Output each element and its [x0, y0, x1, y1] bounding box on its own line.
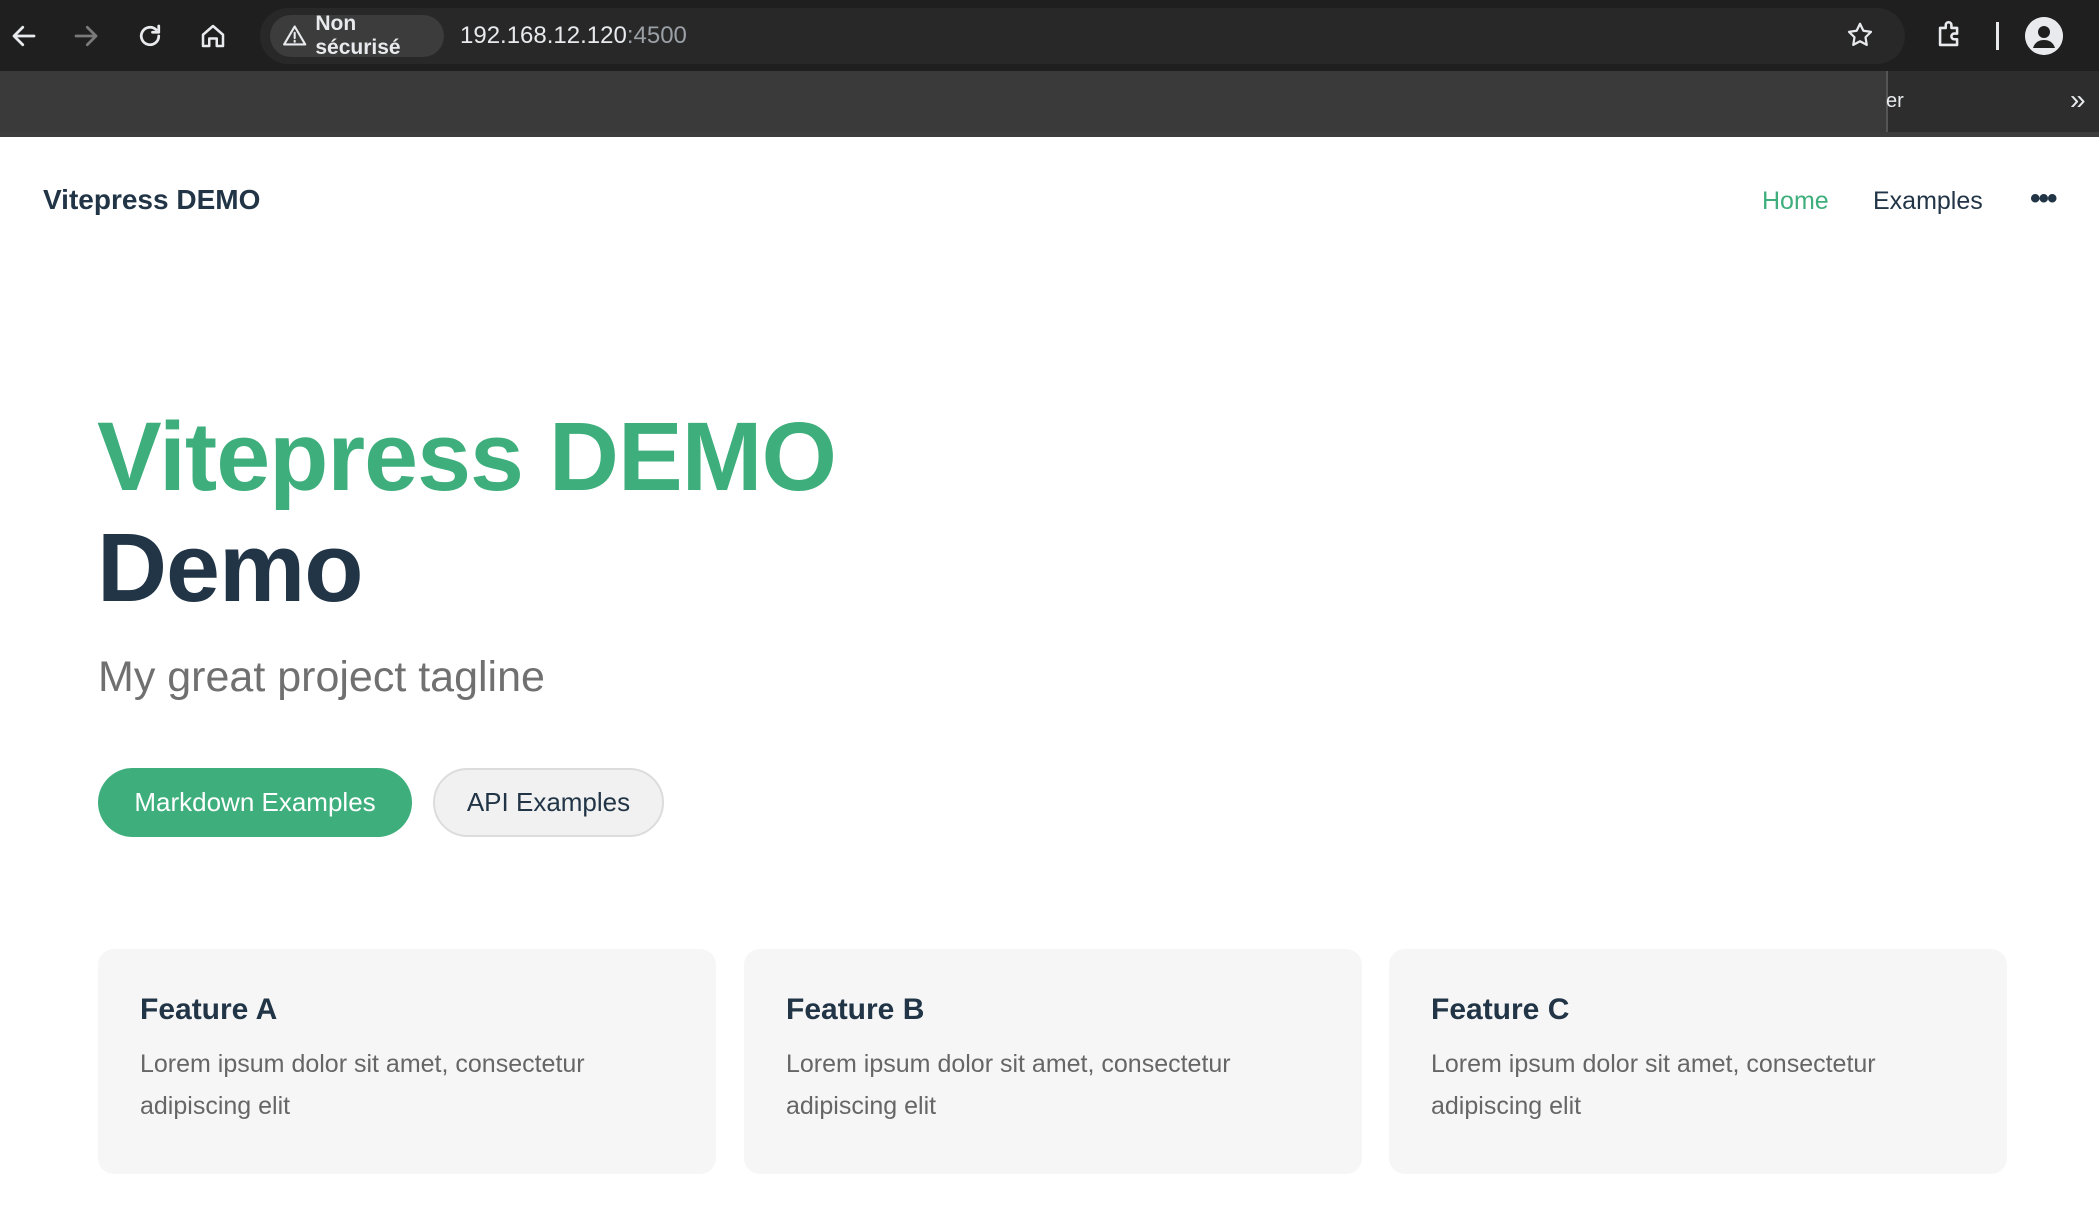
hero-name: Vitepress DEMO [97, 402, 837, 511]
browser-toolbar: Non sécurisé 192.168.12.120:4500 [0, 0, 2099, 71]
back-icon[interactable] [2, 14, 46, 58]
home-icon[interactable] [191, 14, 235, 58]
nav-link-examples[interactable]: Examples [1873, 187, 1983, 216]
bookmarks-overflow-icon[interactable]: » [2070, 84, 2086, 116]
feature-title: Feature B [786, 993, 925, 1026]
url-host: 192.168.12.120 [460, 22, 627, 49]
feature-card: Feature A Lorem ipsum dolor sit amet, co… [98, 949, 716, 1174]
feature-details: Lorem ipsum dolor sit amet, consectetur … [786, 1050, 1231, 1120]
address-bar[interactable]: Non sécurisé 192.168.12.120:4500 [260, 8, 1905, 64]
api-examples-button[interactable]: API Examples [433, 768, 664, 837]
forward-icon[interactable] [64, 14, 108, 58]
security-label: Non sécurisé [315, 12, 401, 59]
overlay-panel [0, 71, 1888, 132]
url-port: :4500 [626, 22, 687, 49]
bookmark-star-icon[interactable] [1845, 20, 1875, 55]
feature-title: Feature C [1431, 993, 1570, 1026]
feature-card: Feature B Lorem ipsum dolor sit amet, co… [744, 949, 1362, 1174]
security-chip[interactable]: Non sécurisé [270, 12, 444, 59]
toolbar-divider [1996, 22, 1999, 50]
bookmarks-bar [0, 71, 2099, 136]
hero-text: Demo [97, 513, 363, 622]
feature-card: Feature C Lorem ipsum dolor sit amet, co… [1389, 949, 2007, 1174]
markdown-examples-button[interactable]: Markdown Examples [98, 768, 412, 837]
profile-avatar-icon[interactable] [2025, 17, 2063, 55]
bookmark-item[interactable]: er [1886, 90, 1904, 113]
feature-details: Lorem ipsum dolor sit amet, consectetur … [140, 1050, 585, 1120]
reload-icon[interactable] [128, 14, 172, 58]
warning-icon [283, 25, 307, 46]
hero-tagline: My great project tagline [98, 653, 545, 701]
feature-title: Feature A [140, 993, 278, 1026]
extensions-icon[interactable] [1933, 18, 1967, 57]
chrome-divider [0, 132, 2099, 137]
feature-details: Lorem ipsum dolor sit amet, consectetur … [1431, 1050, 1876, 1120]
url-text[interactable]: 192.168.12.120:4500 [460, 22, 687, 50]
nav-link-home[interactable]: Home [1762, 187, 1829, 216]
site-title[interactable]: Vitepress DEMO [43, 184, 260, 216]
more-menu-icon[interactable]: ••• [2030, 182, 2057, 216]
